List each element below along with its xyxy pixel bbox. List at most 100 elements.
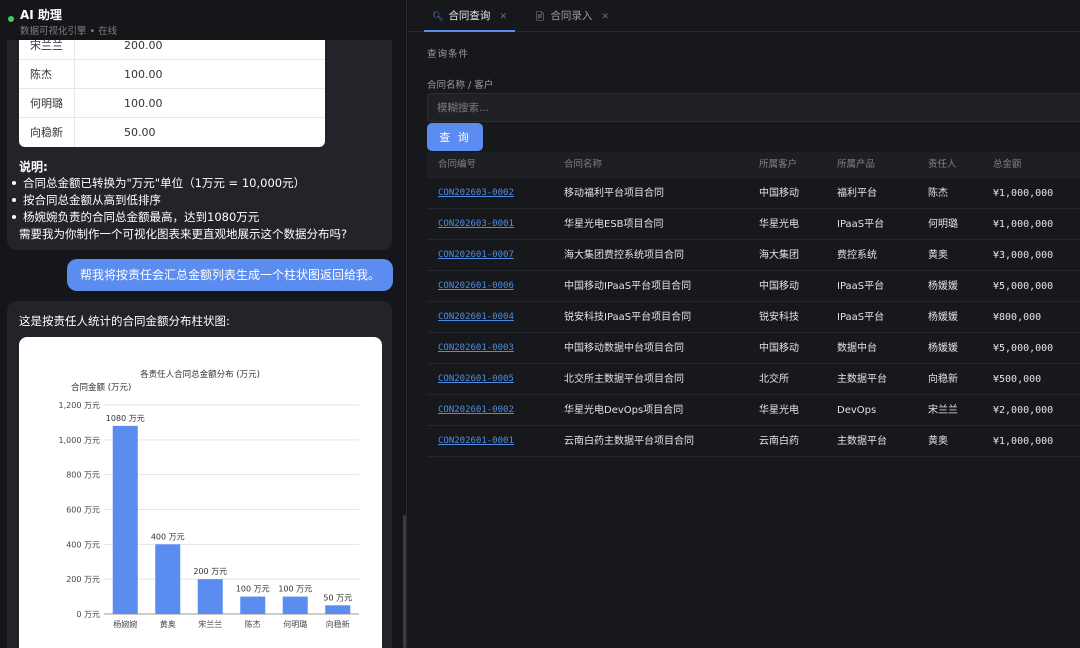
customer: 海大集团 bbox=[759, 250, 799, 261]
y-axis-label: 合同金额 (万元) bbox=[71, 382, 131, 393]
product: 费控系统 bbox=[837, 250, 877, 261]
product: DevOps bbox=[837, 405, 877, 416]
contract-code-link[interactable]: CON202601-0006 bbox=[438, 271, 514, 302]
table-row: 向稳新 50.00 bbox=[19, 118, 325, 147]
chat-scroll-area[interactable]: 宋兰兰 200.00 陈杰 100.00 何明璐 100.00 向稳新 50.00 说明… bbox=[0, 0, 406, 648]
table-cell-name: 向稳新 bbox=[19, 118, 75, 147]
contract-code-link[interactable]: CON202601-0001 bbox=[438, 426, 514, 457]
x-tick-label: 黄奥 bbox=[160, 619, 176, 629]
table-row[interactable]: CON202603-0002 移动福利平台项目合同 中国移动 福利平台 陈杰 ¥1,000… bbox=[427, 178, 1080, 209]
bullet-item: 合同总金额已转换为"万元"单位（1万元 = 10,000元） bbox=[12, 175, 305, 191]
contract-name: 海大集团费控系统项目合同 bbox=[564, 250, 684, 261]
query-section-title: 查询条件 bbox=[427, 49, 470, 60]
bar bbox=[240, 596, 266, 614]
owner: 陈杰 bbox=[928, 188, 948, 199]
contract-name: 移动福利平台项目合同 bbox=[564, 188, 664, 199]
table-row[interactable]: CON202601-0007 海大集团费控系统项目合同 海大集团 费控系统 黄奥 ¥3,0… bbox=[427, 240, 1080, 271]
x-tick-label: 向稳新 bbox=[326, 619, 350, 629]
x-tick-label: 杨婉婉 bbox=[113, 619, 137, 629]
product: IPaaS平台 bbox=[837, 312, 885, 323]
total-amount: ¥800,000 bbox=[993, 312, 1042, 323]
column-header[interactable]: 所属客户 bbox=[759, 152, 797, 178]
total-amount: ¥5,000,000 bbox=[993, 281, 1054, 292]
contract-name: 华星光电DevOps项目合同 bbox=[564, 405, 684, 416]
table-row: 何明璐 100.00 bbox=[19, 89, 325, 118]
contract-name: 北交所主数据平台项目合同 bbox=[564, 374, 684, 385]
chat-panel: 宋兰兰 200.00 陈杰 100.00 何明璐 100.00 向稳新 50.00 说明… bbox=[0, 0, 407, 648]
search-icon: 🔍︎ bbox=[432, 12, 444, 22]
search-input[interactable] bbox=[427, 93, 1080, 122]
table-row[interactable]: CON202603-0001 华星光电ESB项目合同 华星光电 IPaaS平台 何明璐 ¥… bbox=[427, 209, 1080, 240]
followup-question: 需要我为你制作一个可视化图表来更直观地展示这个数据分布吗? bbox=[19, 227, 348, 241]
table-row[interactable]: CON202601-0004 锐安科技IPaaS平台项目合同 锐安科技 IPaaS平台… bbox=[427, 302, 1080, 333]
tab-contract-entry[interactable]: 📄︎ 合同录入 ✕ bbox=[526, 0, 617, 32]
bar bbox=[112, 425, 138, 614]
chart-title: 各责任人合同总金额分布 (万元) bbox=[140, 369, 260, 380]
owner: 黄奥 bbox=[928, 436, 948, 447]
contract-code-link[interactable]: CON202601-0004 bbox=[438, 302, 514, 333]
customer: 中国移动 bbox=[759, 343, 799, 354]
customer: 华星光电 bbox=[759, 405, 799, 416]
table-cell-amount: 50.00 bbox=[124, 126, 156, 139]
y-tick-label: 600 万元 bbox=[66, 506, 100, 515]
table-row: 陈杰 100.00 bbox=[19, 60, 325, 89]
tab-contract-query[interactable]: 🔍︎ 合同查询 ✕ bbox=[424, 0, 515, 32]
contract-code-link[interactable]: CON202603-0001 bbox=[438, 209, 514, 240]
customer: 华星光电 bbox=[759, 219, 799, 230]
y-tick-label: 1,000 万元 bbox=[59, 436, 100, 445]
table-cell-name: 陈杰 bbox=[19, 60, 75, 88]
contract-name: 中国移动IPaaS平台项目合同 bbox=[564, 281, 692, 292]
y-tick-label: 800 万元 bbox=[66, 471, 100, 480]
bullet-dot-icon bbox=[12, 214, 16, 219]
bullet-dot-icon bbox=[12, 180, 16, 185]
contract-name: 中国移动数据中台项目合同 bbox=[564, 343, 684, 354]
grid-header: 合同编号 合同名称 所属客户 所属产品 责任人 总金额 bbox=[427, 152, 1080, 178]
contract-code-link[interactable]: CON202601-0002 bbox=[438, 395, 514, 426]
query-button[interactable]: 查 询 bbox=[427, 123, 483, 151]
close-icon[interactable]: ✕ bbox=[601, 12, 609, 22]
contract-name: 锐安科技IPaaS平台项目合同 bbox=[564, 312, 692, 323]
table-row[interactable]: CON202601-0002 华星光电DevOps项目合同 华星光电 DevOps 宋兰… bbox=[427, 395, 1080, 426]
contract-code-link[interactable]: CON202601-0005 bbox=[438, 364, 514, 395]
bar-data-label: 50 万元 bbox=[323, 593, 352, 602]
bar-data-label: 100 万元 bbox=[236, 585, 270, 594]
table-cell-amount: 100.00 bbox=[124, 97, 163, 110]
column-header[interactable]: 合同名称 bbox=[564, 152, 602, 178]
table-row[interactable]: CON202601-0001 云南白药主数据平台项目合同 云南白药 主数据平台 黄奥 ¥1… bbox=[427, 426, 1080, 457]
total-amount: ¥2,000,000 bbox=[993, 405, 1054, 416]
chat-header: AI 助理 数据可视化引擎 • 在线 bbox=[0, 0, 406, 40]
assistant-subtitle: 数据可视化引擎 • 在线 bbox=[20, 26, 118, 37]
customer: 锐安科技 bbox=[759, 312, 799, 323]
table-row[interactable]: CON202601-0006 中国移动IPaaS平台项目合同 中国移动 IPaaS平台… bbox=[427, 271, 1080, 302]
product: IPaaS平台 bbox=[837, 281, 885, 292]
close-icon[interactable]: ✕ bbox=[499, 12, 507, 22]
contract-code-link[interactable]: CON202601-0007 bbox=[438, 240, 514, 271]
product: 数据中台 bbox=[837, 343, 877, 354]
table-row[interactable]: CON202601-0003 中国移动数据中台项目合同 中国移动 数据中台 杨媛媛 ¥5,… bbox=[427, 333, 1080, 364]
owner: 宋兰兰 bbox=[928, 405, 958, 416]
chat-scrollbar[interactable] bbox=[403, 515, 406, 648]
customer: 中国移动 bbox=[759, 281, 799, 292]
chart-card: 各责任人合同总金额分布 (万元) 合同金额 (万元) 0 万元 200 万元 400 万… bbox=[19, 337, 382, 648]
column-header[interactable]: 总金额 bbox=[993, 152, 1022, 178]
column-header[interactable]: 合同编号 bbox=[438, 152, 476, 178]
total-amount: ¥1,000,000 bbox=[993, 188, 1054, 199]
bar-data-label: 100 万元 bbox=[278, 585, 312, 594]
explain-title: 说明: bbox=[19, 160, 48, 174]
x-tick-label: 何明璐 bbox=[283, 619, 307, 629]
product: 主数据平台 bbox=[837, 436, 887, 447]
owner: 黄奥 bbox=[928, 250, 948, 261]
column-header[interactable]: 所属产品 bbox=[837, 152, 875, 178]
customer: 中国移动 bbox=[759, 188, 799, 199]
y-tick-label: 400 万元 bbox=[66, 540, 100, 549]
table-row[interactable]: CON202601-0005 北交所主数据平台项目合同 北交所 主数据平台 向稳新 ¥50… bbox=[427, 364, 1080, 395]
total-amount: ¥1,000,000 bbox=[993, 219, 1054, 230]
owner: 杨媛媛 bbox=[928, 281, 958, 292]
tab-bar: 🔍︎ 合同查询 ✕ 📄︎ 合同录入 ✕ bbox=[408, 0, 1080, 32]
table-cell-amount: 100.00 bbox=[124, 68, 163, 81]
contract-code-link[interactable]: CON202603-0002 bbox=[438, 178, 514, 209]
amount-table: 宋兰兰 200.00 陈杰 100.00 何明璐 100.00 向稳新 50.00 bbox=[19, 31, 325, 147]
table-cell-name: 何明璐 bbox=[19, 89, 75, 117]
column-header[interactable]: 责任人 bbox=[928, 152, 957, 178]
contract-code-link[interactable]: CON202601-0003 bbox=[438, 333, 514, 364]
